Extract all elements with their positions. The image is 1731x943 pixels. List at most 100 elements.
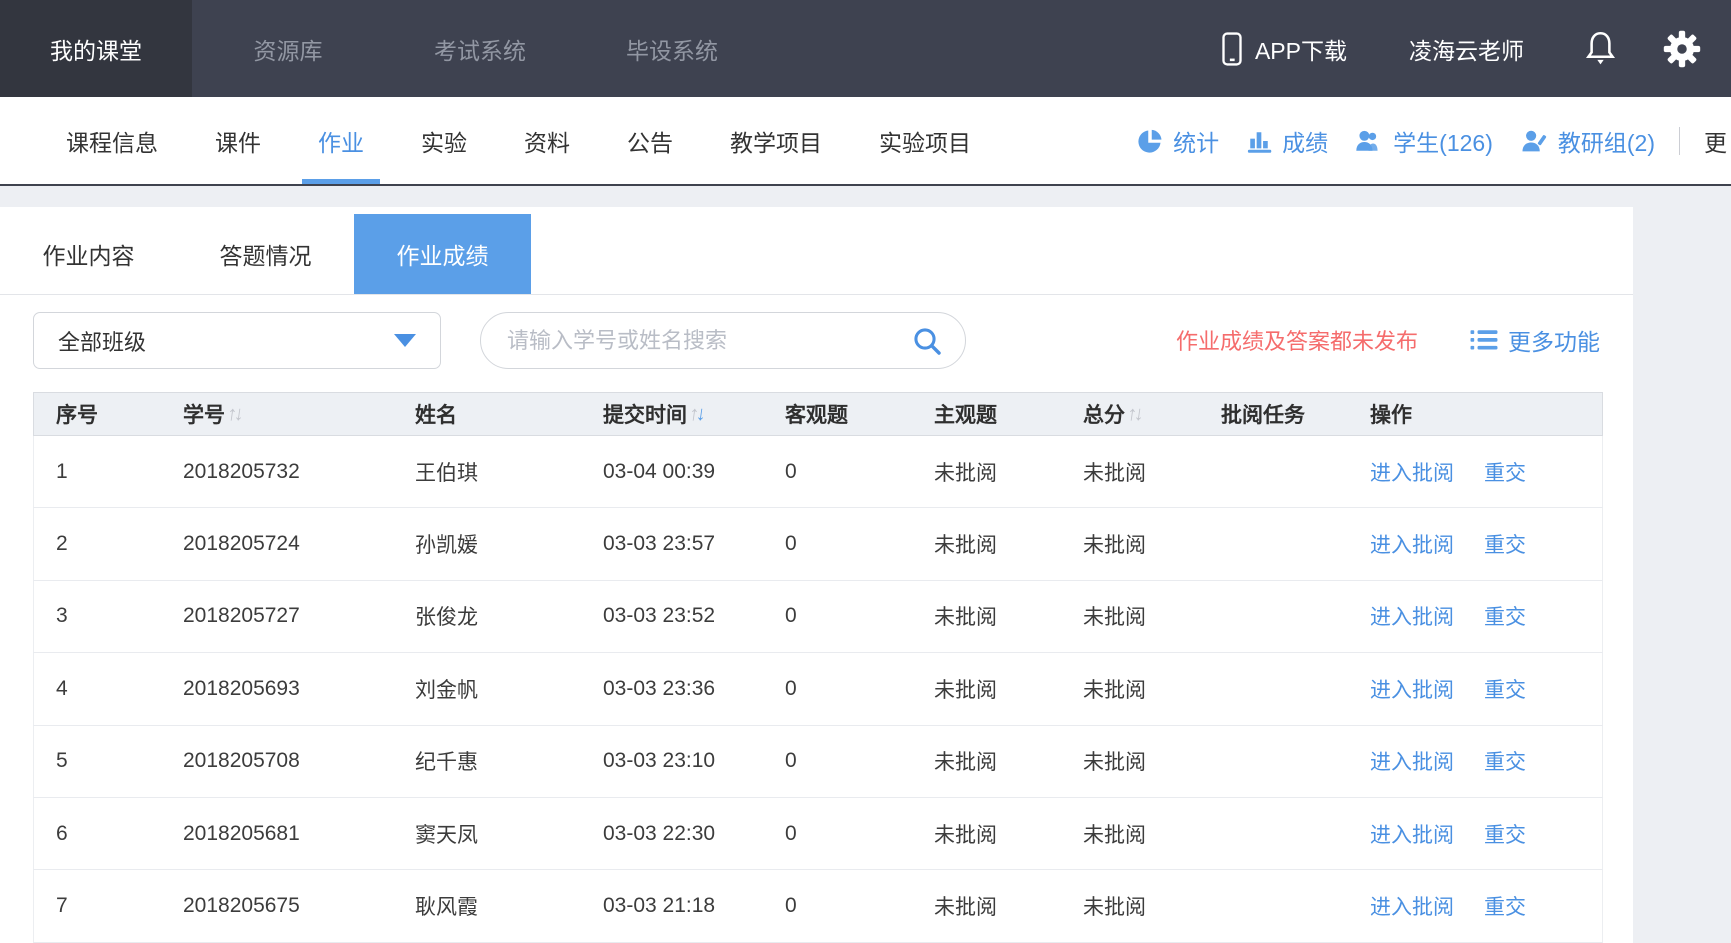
pie-chart-icon xyxy=(1136,127,1164,155)
course-navbar: 课程信息课件作业实验资料公告教学项目实验项目 统计成绩学生(126) 教研组(2)… xyxy=(0,97,1731,184)
cell-submit-time: 03-04 00:39 xyxy=(581,460,763,484)
course-nav-item[interactable]: 实验 xyxy=(421,97,467,184)
cell-objective: 0 xyxy=(763,677,912,701)
cell-subjective: 未批阅 xyxy=(912,819,1061,849)
app-download-label: APP下载 xyxy=(1255,32,1347,66)
cell-name: 纪千惠 xyxy=(393,746,581,776)
cell-name: 刘金帆 xyxy=(393,674,581,704)
cell-name: 张俊龙 xyxy=(393,601,581,631)
search-icon[interactable] xyxy=(911,325,943,357)
tool-button[interactable]: 教研组(2) xyxy=(1519,124,1655,158)
sort-icon[interactable]: ↑↓ xyxy=(687,403,704,426)
course-nav-item[interactable]: 教学项目 xyxy=(730,97,822,184)
sort-icon[interactable]: ↑↓ xyxy=(1125,403,1142,426)
cell-subjective: 未批阅 xyxy=(912,529,1061,559)
cell-name: 耿风霞 xyxy=(393,891,581,921)
more-menu[interactable]: 更 xyxy=(1704,124,1727,158)
cell-actions: 进入批阅重交 xyxy=(1348,674,1602,704)
resubmit-link[interactable]: 重交 xyxy=(1484,601,1526,631)
cell-student-id: 2018205675 xyxy=(161,894,393,918)
cell-subjective: 未批阅 xyxy=(912,746,1061,776)
table-row: 42018205693刘金帆03-03 23:360未批阅未批阅进入批阅重交 xyxy=(33,653,1603,725)
gear-icon[interactable] xyxy=(1663,30,1701,68)
chevron-down-icon xyxy=(394,334,416,347)
top-nav-right: APP下载 凌海云老师 xyxy=(1221,0,1731,97)
course-nav-tools: 统计成绩学生(126) 教研组(2) 更 xyxy=(1122,97,1731,184)
cell-submit-time: 03-03 23:10 xyxy=(581,749,763,773)
top-nav-item-active[interactable]: 我的课堂 xyxy=(0,0,192,97)
resubmit-link[interactable]: 重交 xyxy=(1484,457,1526,487)
top-navbar: 我的课堂资源库考试系统毕设系统 APP下载 凌海云老师 xyxy=(0,0,1731,97)
cell-student-id: 2018205727 xyxy=(161,604,393,628)
course-nav-item[interactable]: 资料 xyxy=(524,97,570,184)
tool-label: 统计 xyxy=(1173,124,1219,158)
cell-total: 未批阅 xyxy=(1061,746,1199,776)
app-download-link[interactable]: APP下载 xyxy=(1221,32,1347,66)
course-nav-item[interactable]: 公告 xyxy=(627,97,673,184)
course-nav-item[interactable]: 课件 xyxy=(215,97,261,184)
search-input[interactable] xyxy=(507,328,887,354)
column-header[interactable]: 提交时间↑↓ xyxy=(581,399,763,429)
enter-review-link[interactable]: 进入批阅 xyxy=(1370,457,1454,487)
cell-total: 未批阅 xyxy=(1061,529,1199,559)
cell-student-id: 2018205724 xyxy=(161,532,393,556)
cell-name: 窦天凤 xyxy=(393,819,581,849)
cell-actions: 进入批阅重交 xyxy=(1348,819,1602,849)
top-nav-item[interactable]: 毕设系统 xyxy=(576,0,768,97)
resubmit-link[interactable]: 重交 xyxy=(1484,891,1526,921)
cell-total: 未批阅 xyxy=(1061,674,1199,704)
enter-review-link[interactable]: 进入批阅 xyxy=(1370,746,1454,776)
cell-actions: 进入批阅重交 xyxy=(1348,746,1602,776)
tool-button[interactable]: 统计 xyxy=(1136,124,1219,158)
more-functions-button[interactable]: 更多功能 xyxy=(1470,295,1600,385)
nav-separator xyxy=(0,184,1731,186)
tab[interactable]: 作业内容 xyxy=(0,214,177,294)
cell-subjective: 未批阅 xyxy=(912,457,1061,487)
tab-active[interactable]: 作业成绩 xyxy=(354,214,531,294)
table-row: 52018205708纪千惠03-03 23:100未批阅未批阅进入批阅重交 xyxy=(33,726,1603,798)
cell-index: 7 xyxy=(34,894,161,918)
course-nav-item[interactable]: 课程信息 xyxy=(66,97,158,184)
table-row: 72018205675耿风霞03-03 21:180未批阅未批阅进入批阅重交 xyxy=(33,870,1603,942)
user-name[interactable]: 凌海云老师 xyxy=(1409,32,1524,66)
cell-subjective: 未批阅 xyxy=(912,601,1061,631)
column-header[interactable]: 总分↑↓ xyxy=(1061,399,1199,429)
enter-review-link[interactable]: 进入批阅 xyxy=(1370,601,1454,631)
cell-objective: 0 xyxy=(763,894,912,918)
resubmit-link[interactable]: 重交 xyxy=(1484,529,1526,559)
cell-total: 未批阅 xyxy=(1061,891,1199,921)
resubmit-link[interactable]: 重交 xyxy=(1484,819,1526,849)
enter-review-link[interactable]: 进入批阅 xyxy=(1370,674,1454,704)
bell-icon[interactable] xyxy=(1584,30,1617,67)
column-header: 批阅任务 xyxy=(1199,399,1348,429)
enter-review-link[interactable]: 进入批阅 xyxy=(1370,529,1454,559)
cell-submit-time: 03-03 22:30 xyxy=(581,822,763,846)
top-nav-item[interactable]: 资源库 xyxy=(192,0,384,97)
course-nav-item-active[interactable]: 作业 xyxy=(318,97,364,184)
table-row: 62018205681窦天凤03-03 22:300未批阅未批阅进入批阅重交 xyxy=(33,798,1603,870)
enter-review-link[interactable]: 进入批阅 xyxy=(1370,891,1454,921)
tool-button[interactable]: 学生(126) xyxy=(1354,124,1493,158)
column-header[interactable]: 学号↑↓ xyxy=(161,399,393,429)
tool-button[interactable]: 成绩 xyxy=(1245,124,1328,158)
top-nav-item[interactable]: 考试系统 xyxy=(384,0,576,97)
cell-subjective: 未批阅 xyxy=(912,891,1061,921)
column-header: 序号 xyxy=(34,399,161,429)
search-box xyxy=(480,312,966,369)
cell-name: 王伯琪 xyxy=(393,457,581,487)
more-functions-label: 更多功能 xyxy=(1508,323,1600,357)
cell-submit-time: 03-03 23:52 xyxy=(581,604,763,628)
phone-icon xyxy=(1221,32,1243,66)
resubmit-link[interactable]: 重交 xyxy=(1484,674,1526,704)
enter-review-link[interactable]: 进入批阅 xyxy=(1370,819,1454,849)
course-nav-item[interactable]: 实验项目 xyxy=(879,97,971,184)
cell-subjective: 未批阅 xyxy=(912,674,1061,704)
tab[interactable]: 答题情况 xyxy=(177,214,354,294)
cell-student-id: 2018205681 xyxy=(161,822,393,846)
cell-index: 5 xyxy=(34,749,161,773)
class-dropdown[interactable]: 全部班级 xyxy=(33,312,441,369)
cell-student-id: 2018205693 xyxy=(161,677,393,701)
resubmit-link[interactable]: 重交 xyxy=(1484,746,1526,776)
sort-icon[interactable]: ↑↓ xyxy=(225,403,242,426)
cell-objective: 0 xyxy=(763,822,912,846)
